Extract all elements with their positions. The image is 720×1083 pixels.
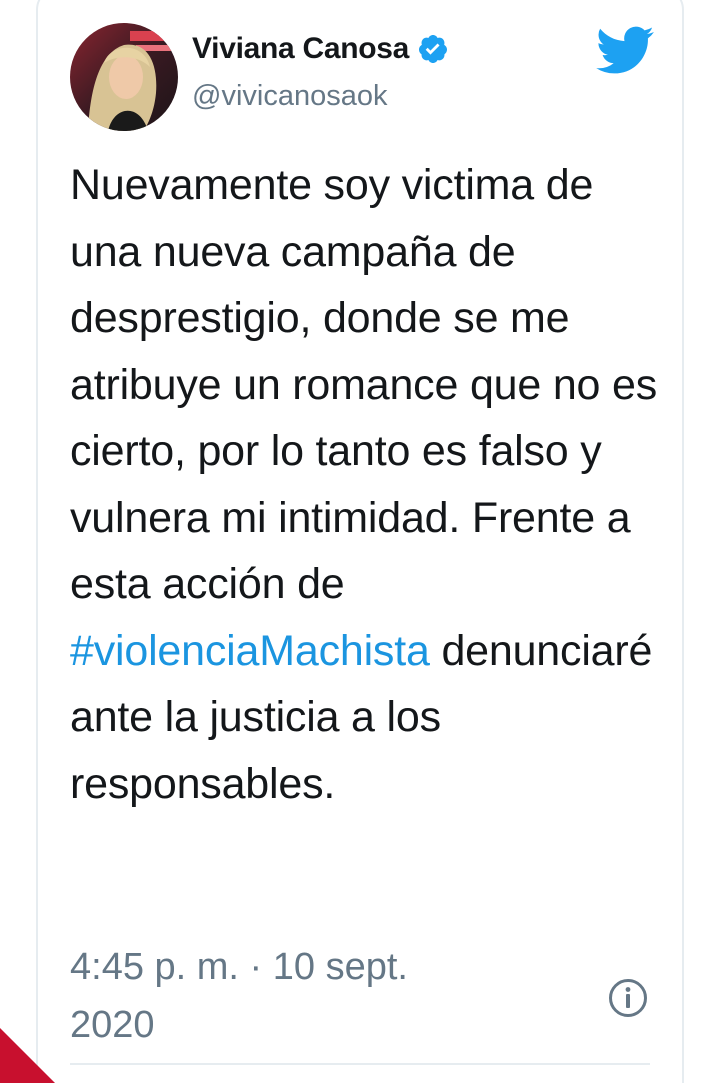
- tweet-text: Nuevamente soy victima de una nueva camp…: [70, 152, 670, 817]
- author-handle[interactable]: @vivicanosaok: [192, 80, 387, 113]
- corner-decoration: [0, 1028, 56, 1083]
- tweet-screenshot: Viviana Canosa @vivicanosaok Nuevamente …: [0, 0, 720, 1083]
- tweet-timestamp[interactable]: 4:45 p. m. · 10 sept. 2020: [70, 938, 430, 1054]
- tweet-text-body: Nuevamente soy victima de una nueva camp…: [70, 161, 658, 608]
- avatar[interactable]: [70, 23, 178, 131]
- info-icon[interactable]: [608, 978, 648, 1018]
- verified-badge-icon: [419, 35, 448, 63]
- author-display-name[interactable]: Viviana Canosa: [192, 32, 409, 66]
- hashtag-link[interactable]: #violenciaMachista: [70, 627, 430, 675]
- divider: [70, 1063, 650, 1065]
- twitter-bird-icon[interactable]: [596, 26, 654, 74]
